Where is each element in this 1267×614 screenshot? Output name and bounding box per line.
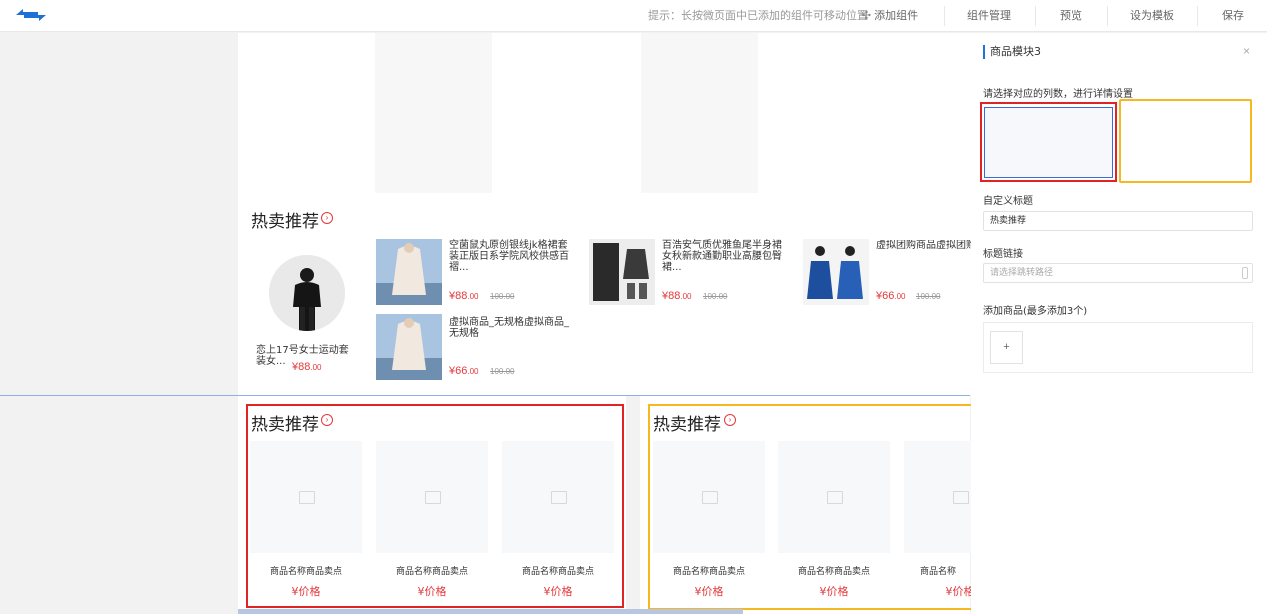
columns-label: 请选择对应的列数，进行详情设置 [983,89,1133,100]
product-image[interactable] [589,239,655,305]
product-original-price: 100.00 [703,292,728,301]
featured-product-image[interactable] [269,255,345,331]
selection-highlight-yellow [648,404,975,610]
canvas-bottom-bar [238,609,743,614]
product-price: ¥88.00 [662,290,692,302]
toolbar-divider [1035,6,1036,26]
goods-list [983,322,1253,373]
hot-section-title: 热卖推荐 [251,212,319,232]
product-original-price: 100.00 [490,367,515,376]
product-name[interactable]: 虚拟商品_无规格虚拟商品_无规格 [449,317,577,339]
column-option-2[interactable] [1119,99,1252,183]
product-price: ¥66.00 [449,365,479,377]
toolbar-divider [1107,6,1108,26]
title-link-placeholder: 请选择跳转路径 [990,268,1054,278]
panel-title: 商品模块3 [983,45,1041,59]
preview-button[interactable]: 预览 [1054,0,1088,32]
product-price: ¥66.00 [876,290,906,302]
selection-highlight-red [246,404,624,608]
toolbar-hint: 提示：长按微页面中已添加的组件可移动位置 [648,10,868,22]
custom-title-label: 自定义标题 [983,196,1033,207]
scroll-handle-icon [1242,267,1248,279]
add-component-label: 添加组件 [874,10,919,22]
toolbar-divider [1197,6,1198,26]
product-image[interactable] [803,239,869,305]
add-goods-label: 添加商品(最多添加3个) [983,306,1088,317]
column-option-1[interactable] [980,102,1117,182]
save-button[interactable]: 保存 [1218,0,1248,32]
page-canvas [238,33,971,395]
component-manage-button[interactable]: 组件管理 [965,0,1013,32]
more-arrow-icon[interactable]: › [321,212,333,224]
product-price: ¥88.00 [449,290,479,302]
logo-icon[interactable] [14,8,48,25]
title-link-input[interactable]: 请选择跳转路径 [983,263,1253,283]
product-name[interactable]: 百浩安气质优雅鱼尾半身裙女秋新款通勤职业高腰包臀裙... [662,240,790,273]
toolbar-divider [944,6,945,26]
product-image[interactable] [376,314,442,380]
product-original-price: 100.00 [916,292,941,301]
add-component-button[interactable]: ✣ 添加组件 [858,0,922,32]
product-name[interactable]: 虚拟团购商品虚拟团购商品 [876,240,971,251]
featured-product-price: ¥88.00 [292,361,322,373]
custom-title-input[interactable]: 热卖推荐 [983,211,1253,231]
placeholder-column [375,33,492,193]
add-goods-button[interactable]: + [990,331,1023,364]
module-gap [626,396,640,614]
product-name[interactable]: 空菌鼠丸原创银线jk格裙套装正版日系学院风校供感百褶... [449,240,577,273]
product-original-price: 100.00 [490,292,515,301]
placeholder-column [641,33,758,193]
product-image[interactable] [376,239,442,305]
canvas-margin [0,396,238,614]
close-icon[interactable]: × [1243,44,1250,58]
title-link-label: 标题链接 [983,249,1023,260]
component-icon: ✣ [861,10,872,22]
set-template-button[interactable]: 设为模板 [1127,0,1177,32]
